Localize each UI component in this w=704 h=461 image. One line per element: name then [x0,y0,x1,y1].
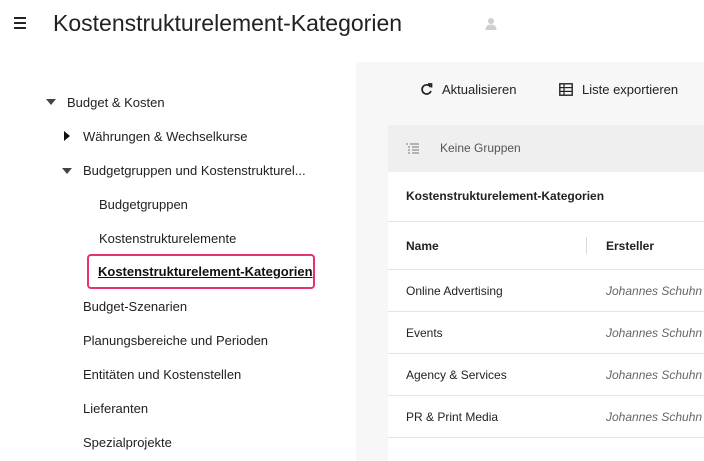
export-list-button[interactable]: Liste exportieren [559,82,678,97]
cell-name: Online Advertising [406,284,503,298]
cell-name: Agency & Services [406,368,507,382]
column-resize-handle[interactable] [586,237,587,254]
expand-caret-icon[interactable] [46,99,56,105]
divider [388,437,704,438]
grouping-bar[interactable]: Keine Gruppen [388,125,704,172]
collapse-caret-icon[interactable] [64,131,70,141]
divider [388,395,704,396]
column-header-creator[interactable]: Ersteller [606,239,654,253]
group-list-icon [406,143,419,154]
cell-creator: Johannes Schuhn [606,326,703,340]
refresh-icon [421,83,433,95]
cell-creator: Johannes Schuhn [606,410,703,424]
table-grid-icon [559,83,573,96]
grouping-label: Keine Gruppen [440,141,521,155]
expand-caret-icon[interactable] [62,168,72,174]
refresh-label: Aktualisieren [442,82,517,97]
divider [388,269,704,270]
sidebar-item-waehrungen[interactable]: Währungen & Wechselkurse [83,129,248,145]
page-title: Kostenstrukturelement-Kategorien [53,10,403,36]
column-header-name[interactable]: Name [406,239,439,253]
divider [388,353,704,354]
divider [388,311,704,312]
top-bar: Kostenstrukturelement-Kategorien [0,0,704,62]
active-item-highlight [87,254,315,289]
refresh-button[interactable]: Aktualisieren [420,82,516,97]
sidebar-item-lieferanten[interactable]: Lieferanten [83,401,148,417]
cell-creator: Johannes Schuhn [606,284,703,298]
sidebar-item-spezialprojekte[interactable]: Spezialprojekte [83,435,172,451]
cell-name: Events [406,326,443,340]
user-icon[interactable] [485,17,497,31]
list-panel: Keine Gruppen Kostenstrukturelement-Kate… [388,125,704,461]
cell-creator: Johannes Schuhn [606,368,703,382]
divider [388,221,704,222]
sidebar-item-kostenstrukturelemente[interactable]: Kostenstrukturelemente [99,231,236,247]
list-title: Kostenstrukturelement-Kategorien [406,189,605,203]
sidebar-item-entitaeten[interactable]: Entitäten und Kostenstellen [83,367,241,383]
sidebar-item-planungsbereiche[interactable]: Planungsbereiche und Perioden [83,333,268,349]
sidebar-item-budget-kosten[interactable]: Budget & Kosten [67,95,165,111]
cell-name: PR & Print Media [406,410,499,424]
sidebar-item-budget-szenarien[interactable]: Budget-Szenarien [83,299,187,315]
sidebar-item-budgetgruppen-kostenstruktur[interactable]: Budgetgruppen und Kostenstrukturel... [83,163,306,179]
export-list-label: Liste exportieren [582,82,679,97]
sidebar-item-budgetgruppen[interactable]: Budgetgruppen [99,197,188,213]
hamburger-menu-icon[interactable] [14,17,26,29]
